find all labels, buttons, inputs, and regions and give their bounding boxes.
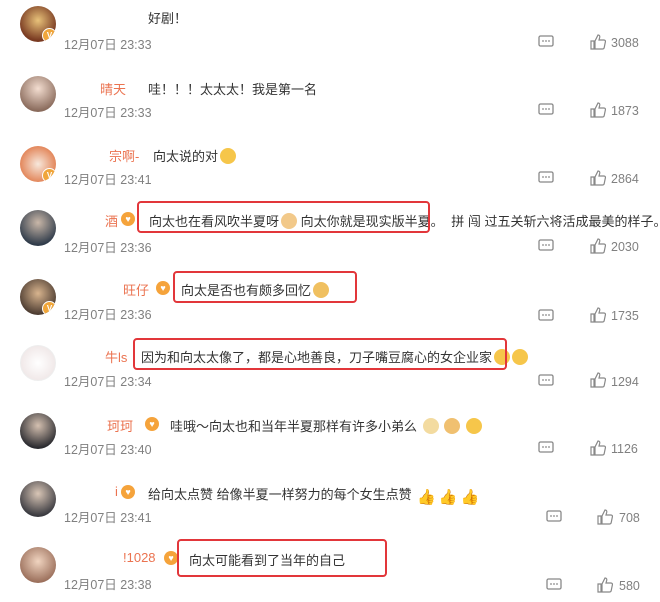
comment-time: 12月07日 23:34 xyxy=(64,375,152,389)
avatar[interactable] xyxy=(20,345,56,381)
comment-time: 12月07日 23:33 xyxy=(64,106,152,120)
like-icon[interactable] xyxy=(590,372,606,388)
avatar[interactable] xyxy=(20,547,56,583)
comment-text-body: 给向太点赞 给像半夏一样努力的每个女生点赞 xyxy=(148,487,412,502)
highlight-box xyxy=(133,338,507,370)
like-count: 2864 xyxy=(611,172,639,186)
laugh-emoji-icon xyxy=(512,349,529,365)
comment-text: 好剧！ xyxy=(148,11,188,26)
comment-text-body: 哇哦～向太也和当年半夏那样有许多小弟么 xyxy=(170,419,418,434)
avatar[interactable] xyxy=(20,481,56,517)
comment-time: 12月07日 23:41 xyxy=(64,511,152,525)
reply-icon[interactable] xyxy=(546,578,562,592)
user-badge-icon: ♥ xyxy=(145,417,159,431)
avatar[interactable] xyxy=(20,210,56,246)
comment-time: 12月07日 23:40 xyxy=(64,443,152,457)
like-count: 1126 xyxy=(611,442,638,456)
like-count: 1873 xyxy=(611,104,639,118)
reply-icon[interactable] xyxy=(538,103,554,117)
reply-icon[interactable] xyxy=(546,510,562,524)
pray-emoji-icon xyxy=(444,418,461,434)
thumbs-up-emoji-icon: 👍 xyxy=(417,489,436,506)
reply-icon[interactable] xyxy=(538,239,554,253)
reply-icon[interactable] xyxy=(538,171,554,185)
username[interactable]: 珂珂 xyxy=(107,416,133,435)
like-icon[interactable] xyxy=(590,307,606,323)
username[interactable]: 晴天 xyxy=(100,79,126,98)
highlight-box xyxy=(137,201,430,233)
doge-emoji-icon xyxy=(422,418,439,434)
user-badge-icon: ♥ xyxy=(156,281,170,295)
comment-text: 哇哦～向太也和当年半夏那样有许多小弟么 xyxy=(170,416,482,435)
username[interactable]: !1028 xyxy=(123,550,156,565)
comment-time: 12月07日 23:36 xyxy=(64,241,152,255)
reply-icon[interactable] xyxy=(538,35,554,49)
like-count: 1294 xyxy=(611,375,639,389)
user-badge-icon: ♥ xyxy=(121,212,135,226)
like-count: 1735 xyxy=(611,309,639,323)
like-count: 580 xyxy=(619,579,640,593)
like-icon[interactable] xyxy=(597,577,613,593)
comment-text-part3: 拼 闯 过五关斩六将活成最美的样子。 xyxy=(451,214,660,229)
like-icon[interactable] xyxy=(590,170,606,186)
comment-text: 给向太点赞 给像半夏一样努力的每个女生点赞 👍 👍 👍 xyxy=(148,484,480,506)
sunglasses-emoji-icon xyxy=(465,418,482,434)
thumbs-up-emoji-icon: 👍 xyxy=(438,489,458,506)
thumbs-up-emoji-icon: 👍 xyxy=(460,489,480,506)
verified-badge-icon: V xyxy=(42,168,56,182)
reply-icon[interactable] xyxy=(538,441,554,455)
avatar[interactable]: V xyxy=(20,279,56,315)
comment-time: 12月07日 23:36 xyxy=(64,308,152,322)
like-count: 3088 xyxy=(611,36,639,50)
like-icon[interactable] xyxy=(590,440,606,456)
comment-text-body: 向太说的对 xyxy=(153,149,219,164)
comment-time: 12月07日 23:38 xyxy=(64,578,152,592)
like-count: 2030 xyxy=(611,240,639,254)
avatar[interactable] xyxy=(20,413,56,449)
like-icon[interactable] xyxy=(590,34,606,50)
highlight-box xyxy=(173,271,357,303)
like-icon[interactable] xyxy=(590,102,606,118)
verified-badge-icon: V xyxy=(42,301,56,315)
comment-time: 12月07日 23:33 xyxy=(64,38,152,52)
username[interactable]: i xyxy=(115,484,118,499)
username[interactable]: 宗啊- xyxy=(109,146,139,165)
username[interactable]: 旺仔 xyxy=(123,280,149,299)
comment-time: 12月07日 23:41 xyxy=(64,173,152,187)
username[interactable]: 酒 xyxy=(105,211,118,230)
user-badge-icon: ♥ xyxy=(164,551,178,565)
like-count: 708 xyxy=(619,511,640,525)
comment-text: 向太说的对 xyxy=(153,146,237,165)
highlight-box xyxy=(177,539,387,577)
avatar[interactable] xyxy=(20,76,56,112)
reply-icon[interactable] xyxy=(538,309,554,323)
reply-icon[interactable] xyxy=(538,374,554,388)
username[interactable]: 牛ls xyxy=(105,347,127,366)
avatar[interactable]: V xyxy=(20,6,56,42)
heart-eyes-emoji-icon xyxy=(220,148,237,164)
comment-text: 哇！！！太太太！我是第一名 xyxy=(148,82,318,97)
user-badge-icon: ♥ xyxy=(121,485,135,499)
like-icon[interactable] xyxy=(590,238,606,254)
avatar[interactable]: V xyxy=(20,146,56,182)
like-icon[interactable] xyxy=(597,509,613,525)
verified-badge-icon: V xyxy=(42,28,56,42)
